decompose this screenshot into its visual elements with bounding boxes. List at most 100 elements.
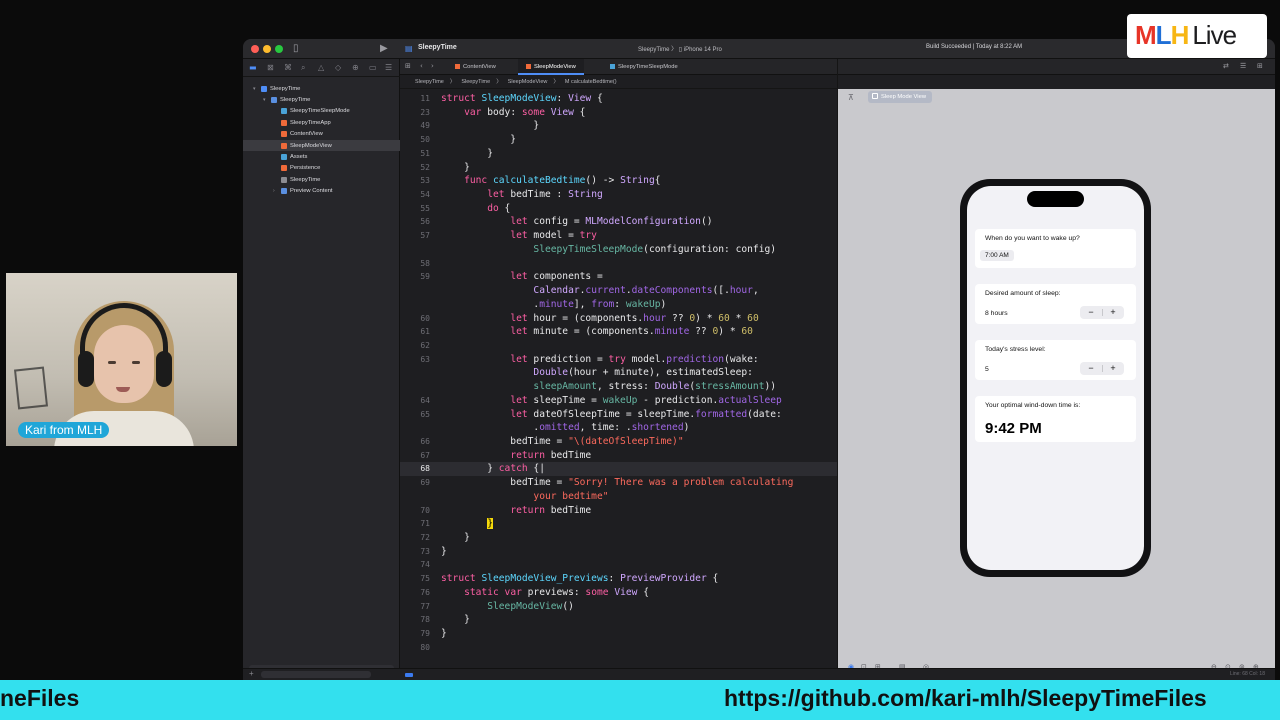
sidebar-item[interactable]: SleepyTimeSleepMode [243, 106, 400, 117]
minimize-window-button[interactable] [263, 45, 271, 53]
tab-sleepytimesleepmode[interactable]: SleepyTimeSleepMode [602, 59, 686, 75]
line-number: 60 [420, 313, 430, 323]
jumpbar-folder[interactable]: SleepyTime [461, 79, 490, 85]
grid-icon[interactable]: ⊞ [405, 62, 411, 70]
sidebar-toggle-icon[interactable]: ▯ [293, 43, 299, 54]
jump-bar[interactable]: SleepyTime 〉 SleepyTime 〉 SleepModeView 〉 M ca… [400, 75, 837, 89]
code-line[interactable]: 53 func calculateBedtime() -> String{ [400, 174, 837, 188]
disclosure-icon[interactable]: ▾ [263, 97, 269, 103]
code-line[interactable]: 55 do { [400, 202, 837, 216]
code-line[interactable]: 73} [400, 545, 837, 559]
sidebar-item[interactable]: ▾ SleepyTime [243, 94, 400, 105]
code-line[interactable]: sleepAmount, stress: Double(stressAmount… [400, 380, 837, 394]
issue-icon[interactable]: △ [318, 63, 324, 72]
code-line[interactable]: 58 [400, 257, 837, 271]
code-line[interactable]: 67 return bedTime [400, 449, 837, 463]
line-number: 61 [420, 327, 430, 337]
debug-area-toggle-icon[interactable] [405, 673, 413, 677]
jumpbar-symbol[interactable]: M calculateBedtime() [565, 79, 617, 85]
stress-decrement-button[interactable]: − [1080, 362, 1102, 375]
zoom-window-button[interactable] [275, 45, 283, 53]
code-line[interactable]: 50 } [400, 133, 837, 147]
disclosure-icon[interactable]: › [273, 188, 279, 194]
code-line[interactable]: 62 [400, 339, 837, 353]
preview-selector[interactable]: Sleep Mode View [868, 91, 933, 103]
sidebar-item[interactable]: SleepyTime [243, 174, 400, 185]
wake-up-time-picker[interactable]: 7:00 AM [980, 250, 1014, 261]
code-line[interactable]: .omitted, time: .shortened) [400, 421, 837, 435]
code-line[interactable]: 72 } [400, 531, 837, 545]
code-line[interactable]: 79} [400, 627, 837, 641]
scheme-selector[interactable]: SleepyTime 〉 ▯ iPhone 14 Pro [638, 44, 722, 53]
code-area[interactable]: 11 struct SleepModeView: View {23 var bod… [400, 92, 837, 654]
sidebar-item[interactable]: SleepModeView [243, 139, 400, 152]
code-line[interactable]: 54 let bedTime : String [400, 188, 837, 202]
stress-level-section: Today's stress level: 5 − + [975, 340, 1136, 380]
symbol-icon[interactable]: ⌘ [284, 63, 292, 72]
code-line[interactable]: 66 bedTime = "\(dateOfSleepTime)" [400, 435, 837, 449]
code-line[interactable]: 78 } [400, 613, 837, 627]
code-line[interactable]: 64 let sleepTime = wakeUp - prediction.a… [400, 394, 837, 408]
code-line[interactable]: 76 static var previews: some View { [400, 586, 837, 600]
test-icon[interactable]: ◇ [335, 63, 341, 72]
code-text: } [441, 120, 540, 132]
sidebar-item[interactable]: Assets [243, 151, 400, 162]
jumpbar-file[interactable]: SleepModeView [508, 79, 548, 85]
stress-increment-button[interactable]: + [1102, 362, 1124, 375]
code-line[interactable]: 51 } [400, 147, 837, 161]
code-line[interactable]: 60 let hour = (components.hour ?? 0) * 6… [400, 312, 837, 326]
breakpoint-icon[interactable]: ▭ [369, 63, 377, 72]
folder-icon[interactable]: ▬ [249, 63, 257, 72]
editor-options-icon[interactable]: ⇄ [1223, 62, 1229, 70]
canvas-toggle-icon[interactable]: ☰ [1240, 62, 1246, 70]
pin-icon[interactable]: ⊼ [848, 93, 854, 102]
code-line[interactable]: 74 [400, 558, 837, 572]
back-icon[interactable]: ‹ [420, 62, 423, 70]
sidebar-item[interactable]: › Preview Content [243, 186, 400, 197]
code-line[interactable]: 69 bedTime = "Sorry! There was a problem… [400, 476, 837, 490]
code-text: return bedTime [510, 504, 592, 516]
find-icon[interactable]: ⌕ [301, 63, 305, 73]
code-line[interactable]: your bedtime" [400, 490, 837, 504]
split-editor-icon[interactable]: ⊞ [1257, 62, 1263, 70]
code-line[interactable]: 70 return bedTime [400, 504, 837, 518]
code-line[interactable]: Calendar.current.dateComponents([.hour, [400, 284, 837, 298]
run-icon[interactable]: ▶ [380, 43, 388, 54]
code-line[interactable]: 61 let minute = (components.minute ?? 0)… [400, 325, 837, 339]
code-line[interactable]: 71 } [400, 517, 837, 531]
code-line[interactable]: Double(hour + minute), estimatedSleep: [400, 366, 837, 380]
sidebar-item[interactable]: Persistence [243, 163, 400, 174]
forward-icon[interactable]: › [431, 62, 434, 70]
debug-icon[interactable]: ⊕ [352, 63, 359, 72]
code-line[interactable]: 57 let model = try [400, 229, 837, 243]
code-line[interactable]: 65 let dateOfSleepTime = sleepTime.forma… [400, 408, 837, 422]
tab-contentview[interactable]: ContentView [447, 59, 504, 75]
tab-sleepmodeview[interactable]: SleepModeView [518, 59, 584, 75]
report-icon[interactable]: ☰ [385, 63, 392, 72]
code-line[interactable]: 80 [400, 641, 837, 655]
code-line[interactable]: 77 SleepModeView() [400, 600, 837, 614]
code-line[interactable]: SleepyTimeSleepMode(configuration: confi… [400, 243, 837, 257]
code-line[interactable]: 63 let prediction = try model.prediction… [400, 353, 837, 367]
sleep-increment-button[interactable]: + [1102, 306, 1124, 319]
disclosure-icon[interactable]: ▾ [253, 86, 259, 92]
jumpbar-project[interactable]: SleepyTime [415, 79, 444, 85]
code-line[interactable]: .minute], from: wakeUp) [400, 298, 837, 312]
code-line[interactable]: 75 struct SleepModeView_Previews: Preview… [400, 572, 837, 586]
code-line[interactable]: 56 let config = MLModelConfiguration() [400, 215, 837, 229]
sidebar-item[interactable]: SleepyTimeApp [243, 117, 400, 128]
code-text: let model = try [510, 230, 597, 242]
code-line[interactable]: 59 let components = [400, 270, 837, 284]
source-control-icon[interactable]: ⊠ [267, 63, 274, 72]
filter-field[interactable] [261, 671, 371, 678]
sidebar-item[interactable]: ContentView [243, 129, 400, 140]
code-line[interactable]: 68 } catch {| [400, 462, 837, 477]
code-line[interactable]: 52 } [400, 161, 837, 175]
sleep-decrement-button[interactable]: − [1080, 306, 1102, 319]
add-icon[interactable]: + [249, 669, 254, 678]
sidebar-item[interactable]: ▾ SleepyTime [243, 83, 400, 94]
code-line[interactable]: 11 struct SleepModeView: View { [400, 92, 837, 106]
code-line[interactable]: 23 var body: some View { [400, 106, 837, 120]
close-window-button[interactable] [251, 45, 259, 53]
code-line[interactable]: 49 } [400, 119, 837, 133]
